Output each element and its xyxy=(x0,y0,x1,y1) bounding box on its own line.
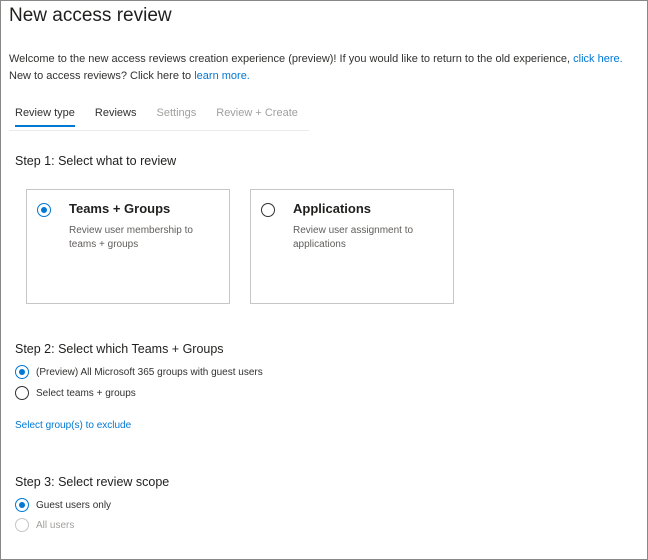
intro-text: Welcome to the new access reviews creati… xyxy=(9,51,623,85)
radio-selected-icon[interactable] xyxy=(15,365,29,379)
radio-selected-icon[interactable] xyxy=(15,498,29,512)
step2-heading: Step 2: Select which Teams + Groups xyxy=(15,342,224,356)
old-experience-link[interactable]: click here. xyxy=(573,53,623,65)
intro-text-2: New to access reviews? Click here to xyxy=(9,70,195,82)
access-review-panel: New access review Welcome to the new acc… xyxy=(0,0,648,560)
tab-review-type[interactable]: Review type xyxy=(15,107,75,127)
card-teams-groups-description: Review user membership to teams + groups xyxy=(69,225,193,250)
radio-unselected-icon[interactable] xyxy=(261,203,275,217)
wizard-tabs: Review type Reviews Settings Review + Cr… xyxy=(15,107,318,129)
option-all-m365-groups-label: (Preview) All Microsoft 365 groups with … xyxy=(36,366,263,378)
intro-line-2: New to access reviews? Click here to lea… xyxy=(9,68,623,85)
option-all-users: All users xyxy=(15,518,74,532)
card-applications[interactable]: Applications Review user assignment to a… xyxy=(250,189,454,304)
card-applications-description: Review user assignment to applications xyxy=(293,225,414,250)
step3-heading: Step 3: Select review scope xyxy=(15,475,170,489)
intro-text-1: Welcome to the new access reviews creati… xyxy=(9,53,574,65)
learn-more-link[interactable]: learn more. xyxy=(194,70,250,82)
select-groups-to-exclude-link[interactable]: Select group(s) to exclude xyxy=(15,420,131,431)
tab-reviews[interactable]: Reviews xyxy=(95,107,137,127)
card-teams-groups[interactable]: Teams + Groups Review user membership to… xyxy=(26,189,230,304)
card-teams-groups-title: Teams + Groups xyxy=(69,201,171,216)
option-all-m365-groups[interactable]: (Preview) All Microsoft 365 groups with … xyxy=(15,365,263,379)
radio-unselected-icon[interactable] xyxy=(15,386,29,400)
tab-review-create: Review + Create xyxy=(216,107,298,119)
page-title: New access review xyxy=(9,5,172,26)
radio-unselected-icon xyxy=(15,518,29,532)
card-applications-title: Applications xyxy=(293,201,372,216)
option-all-users-label: All users xyxy=(36,519,75,531)
intro-line-1: Welcome to the new access reviews creati… xyxy=(9,51,623,68)
tab-divider xyxy=(9,130,309,131)
option-select-teams-groups-label: Select teams + groups xyxy=(36,387,136,399)
option-select-teams-groups[interactable]: Select teams + groups xyxy=(15,386,136,400)
step1-heading: Step 1: Select what to review xyxy=(15,154,177,168)
option-guest-users-only[interactable]: Guest users only xyxy=(15,498,111,512)
option-guest-users-only-label: Guest users only xyxy=(36,499,112,511)
radio-selected-icon[interactable] xyxy=(37,203,51,217)
tab-settings: Settings xyxy=(156,107,197,119)
